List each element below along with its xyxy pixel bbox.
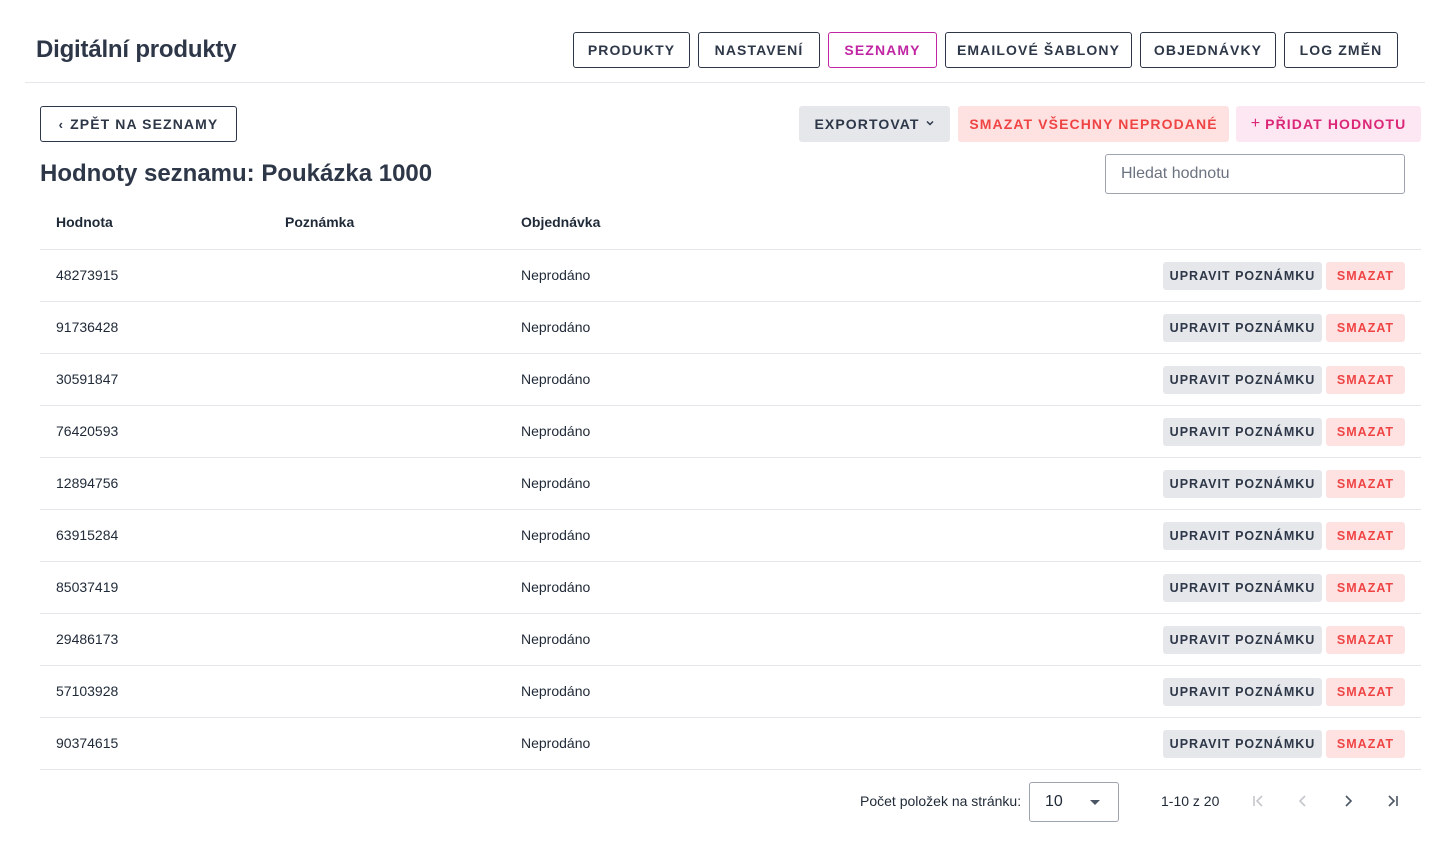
cell-value: 91736428	[56, 319, 119, 335]
search-input[interactable]	[1105, 154, 1405, 194]
cell-value: 63915284	[56, 527, 119, 543]
delete-button[interactable]: SMAZAT	[1326, 470, 1405, 498]
delete-all-unsold-label: SMAZAT VŠECHNY NEPRODANÉ	[969, 116, 1218, 132]
edit-note-button[interactable]: UPRAVIT POZNÁMKU	[1163, 418, 1322, 446]
items-per-page-value: 10	[1045, 793, 1063, 810]
export-button[interactable]: EXPORTOVAT	[799, 106, 950, 142]
cell-order: Neprodáno	[521, 735, 591, 751]
chevron-left-icon: ‹	[58, 116, 65, 132]
chevron-down-icon	[925, 118, 935, 131]
delete-button[interactable]: SMAZAT	[1326, 314, 1405, 342]
delete-button[interactable]: SMAZAT	[1326, 574, 1405, 602]
previous-page-icon[interactable]	[1291, 789, 1315, 813]
last-page-icon[interactable]	[1381, 789, 1405, 813]
nav-tab-emailove-sablony[interactable]: EMAILOVÉ ŠABLONY	[945, 32, 1132, 68]
edit-note-button[interactable]: UPRAVIT POZNÁMKU	[1163, 262, 1322, 290]
cell-order: Neprodáno	[521, 423, 591, 439]
cell-value: 85037419	[56, 579, 119, 595]
delete-button[interactable]: SMAZAT	[1326, 366, 1405, 394]
nav-tab-seznamy[interactable]: SEZNAMY	[828, 32, 937, 68]
nav-tab-nastaveni[interactable]: NASTAVENÍ	[698, 32, 820, 68]
cell-order: Neprodáno	[521, 267, 591, 283]
cell-value: 57103928	[56, 683, 119, 699]
table-row: 29486173 Neprodáno UPRAVIT POZNÁMKU SMAZ…	[40, 614, 1421, 666]
edit-note-button[interactable]: UPRAVIT POZNÁMKU	[1163, 678, 1322, 706]
back-button-label: ZPĚT NA SEZNAMY	[70, 116, 219, 132]
cell-order: Neprodáno	[521, 579, 591, 595]
cell-order: Neprodáno	[521, 319, 591, 335]
cell-value: 76420593	[56, 423, 119, 439]
cell-value: 30591847	[56, 371, 119, 387]
edit-note-button[interactable]: UPRAVIT POZNÁMKU	[1163, 470, 1322, 498]
table-row: 30591847 Neprodáno UPRAVIT POZNÁMKU SMAZ…	[40, 354, 1421, 406]
page-title: Hodnoty seznamu: Poukázka 1000	[40, 160, 433, 187]
edit-note-button[interactable]: UPRAVIT POZNÁMKU	[1163, 574, 1322, 602]
column-header-objednavka: Objednávka	[521, 214, 601, 230]
back-button[interactable]: ‹ ZPĚT NA SEZNAMY	[40, 106, 237, 142]
column-header-hodnota: Hodnota	[56, 214, 113, 230]
delete-all-unsold-button[interactable]: SMAZAT VŠECHNY NEPRODANÉ	[958, 106, 1229, 142]
items-per-page-label: Počet položek na stránku:	[860, 793, 1022, 809]
table-row: 63915284 Neprodáno UPRAVIT POZNÁMKU SMAZ…	[40, 510, 1421, 562]
cell-value: 48273915	[56, 267, 119, 283]
cell-value: 29486173	[56, 631, 119, 647]
pagination-range: 1-10 z 20	[1161, 793, 1220, 809]
edit-note-button[interactable]: UPRAVIT POZNÁMKU	[1163, 314, 1322, 342]
delete-button[interactable]: SMAZAT	[1326, 626, 1405, 654]
cell-order: Neprodáno	[521, 527, 591, 543]
delete-button[interactable]: SMAZAT	[1326, 418, 1405, 446]
delete-button[interactable]: SMAZAT	[1326, 522, 1405, 550]
table-row: 76420593 Neprodáno UPRAVIT POZNÁMKU SMAZ…	[40, 406, 1421, 458]
delete-button[interactable]: SMAZAT	[1326, 678, 1405, 706]
table-header: Hodnota Poznámka Objednávka	[40, 200, 1421, 250]
table-row: 57103928 Neprodáno UPRAVIT POZNÁMKU SMAZ…	[40, 666, 1421, 718]
items-per-page-select[interactable]: 10	[1029, 782, 1119, 822]
nav-tab-objednavky[interactable]: OBJEDNÁVKY	[1140, 32, 1276, 68]
table-row: 85037419 Neprodáno UPRAVIT POZNÁMKU SMAZ…	[40, 562, 1421, 614]
table-row: 90374615 Neprodáno UPRAVIT POZNÁMKU SMAZ…	[40, 718, 1421, 770]
first-page-icon[interactable]	[1246, 789, 1270, 813]
edit-note-button[interactable]: UPRAVIT POZNÁMKU	[1163, 522, 1322, 550]
cell-value: 90374615	[56, 735, 119, 751]
nav-tab-log-zmen[interactable]: LOG ZMĚN	[1284, 32, 1398, 68]
cell-order: Neprodáno	[521, 475, 591, 491]
cell-order: Neprodáno	[521, 631, 591, 647]
edit-note-button[interactable]: UPRAVIT POZNÁMKU	[1163, 730, 1322, 758]
edit-note-button[interactable]: UPRAVIT POZNÁMKU	[1163, 366, 1322, 394]
nav-tab-produkty[interactable]: PRODUKTY	[573, 32, 690, 68]
edit-note-button[interactable]: UPRAVIT POZNÁMKU	[1163, 626, 1322, 654]
add-value-label: PŘIDAT HODNOTU	[1265, 116, 1407, 132]
cell-order: Neprodáno	[521, 683, 591, 699]
next-page-icon[interactable]	[1336, 789, 1360, 813]
cell-value: 12894756	[56, 475, 119, 491]
delete-button[interactable]: SMAZAT	[1326, 730, 1405, 758]
table-row: 12894756 Neprodáno UPRAVIT POZNÁMKU SMAZ…	[40, 458, 1421, 510]
delete-button[interactable]: SMAZAT	[1326, 262, 1405, 290]
table-row: 91736428 Neprodáno UPRAVIT POZNÁMKU SMAZ…	[40, 302, 1421, 354]
column-header-poznamka: Poznámka	[285, 214, 355, 230]
dropdown-arrow-icon	[1090, 800, 1100, 805]
cell-order: Neprodáno	[521, 371, 591, 387]
export-button-label: EXPORTOVAT	[814, 116, 920, 132]
table-row: 48273915 Neprodáno UPRAVIT POZNÁMKU SMAZ…	[40, 250, 1421, 302]
add-value-button[interactable]: + PŘIDAT HODNOTU	[1236, 106, 1421, 142]
app-title: Digitální produkty	[36, 36, 237, 63]
table-body: 48273915 Neprodáno UPRAVIT POZNÁMKU SMAZ…	[40, 250, 1421, 770]
plus-icon: +	[1250, 115, 1262, 132]
